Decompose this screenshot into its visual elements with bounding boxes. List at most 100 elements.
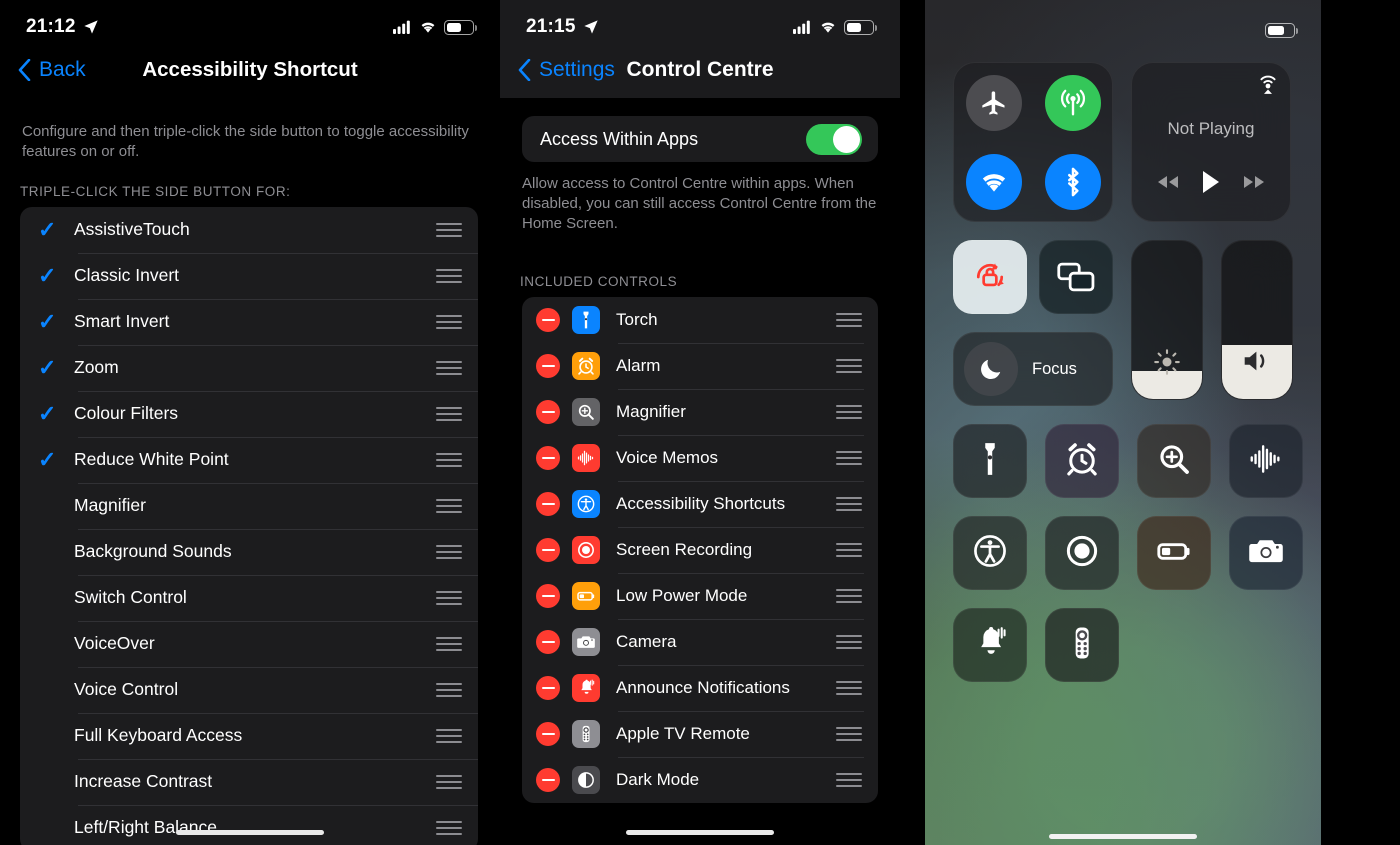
reorder-handle[interactable]: [836, 634, 862, 649]
reorder-handle[interactable]: [436, 406, 462, 421]
reorder-handle[interactable]: [836, 358, 862, 373]
included-control-row[interactable]: Torch: [522, 297, 878, 343]
remove-control-button[interactable]: [536, 629, 560, 654]
back-button[interactable]: Settings: [518, 58, 615, 82]
shortcut-row[interactable]: ✓ Zoom: [20, 344, 478, 391]
included-control-row[interactable]: Magnifier: [522, 388, 878, 435]
reorder-handle[interactable]: [836, 450, 862, 465]
home-indicator[interactable]: [176, 830, 324, 835]
magnifier-icon: [1155, 440, 1193, 483]
included-control-row[interactable]: Apple TV Remote: [522, 710, 878, 757]
shortcut-row[interactable]: ✓ Colour Filters: [20, 390, 478, 437]
included-control-row[interactable]: Alarm: [522, 342, 878, 389]
reorder-handle[interactable]: [436, 590, 462, 605]
airplane-mode-button[interactable]: [965, 74, 1022, 131]
reorder-handle[interactable]: [436, 314, 462, 329]
clock-time: 21:12: [26, 16, 76, 37]
reorder-handle[interactable]: [436, 452, 462, 467]
remove-control-button[interactable]: [536, 491, 560, 516]
remove-control-button[interactable]: [536, 399, 560, 424]
cc-tile-voice-memos[interactable]: [1229, 424, 1303, 498]
remove-control-button[interactable]: [536, 353, 560, 378]
access-within-apps-row: Access Within Apps: [522, 116, 878, 162]
included-control-row[interactable]: Announce Notifications: [522, 664, 878, 711]
included-control-row[interactable]: Voice Memos: [522, 434, 878, 481]
shortcut-row[interactable]: Voice Control: [20, 666, 478, 713]
focus-button[interactable]: Focus: [953, 332, 1113, 406]
included-control-row[interactable]: Low Power Mode: [522, 572, 878, 619]
included-control-label: Announce Notifications: [616, 677, 790, 697]
shortcut-row[interactable]: ✓ Reduce White Point: [20, 436, 478, 483]
reorder-handle[interactable]: [436, 728, 462, 743]
control-centre-grid: Not Playing Focus: [925, 46, 1321, 682]
cellular-data-button[interactable]: [1044, 74, 1101, 131]
access-within-apps-toggle[interactable]: [806, 123, 862, 155]
remove-control-button[interactable]: [536, 537, 560, 562]
reorder-handle[interactable]: [436, 636, 462, 651]
remove-control-button[interactable]: [536, 307, 560, 332]
remove-control-button[interactable]: [536, 583, 560, 608]
reorder-handle[interactable]: [836, 312, 862, 327]
shortcut-row[interactable]: Background Sounds: [20, 528, 478, 575]
reorder-handle[interactable]: [836, 588, 862, 603]
wifi-button[interactable]: [965, 153, 1022, 210]
included-control-row[interactable]: Accessibility Shortcuts: [522, 480, 878, 527]
cc-tile-torch[interactable]: [953, 424, 1027, 498]
reorder-handle[interactable]: [836, 404, 862, 419]
home-indicator[interactable]: [1049, 834, 1197, 839]
bluetooth-icon: [1067, 167, 1079, 196]
home-indicator[interactable]: [626, 830, 774, 835]
cc-tile-alarm-clock[interactable]: [1045, 424, 1119, 498]
reorder-handle[interactable]: [436, 774, 462, 789]
brightness-slider[interactable]: [1131, 240, 1203, 400]
reorder-handle[interactable]: [436, 268, 462, 283]
shortcut-row[interactable]: ✓ Classic Invert: [20, 252, 478, 299]
reorder-handle[interactable]: [836, 542, 862, 557]
reorder-handle[interactable]: [436, 544, 462, 559]
shortcut-row[interactable]: Left/Right Balance: [20, 804, 478, 845]
screen-mirroring-button[interactable]: [1039, 240, 1113, 314]
cc-tile-low-power-battery[interactable]: [1137, 516, 1211, 590]
remove-control-button[interactable]: [536, 445, 560, 470]
cc-tile-magnifier[interactable]: [1137, 424, 1211, 498]
rewind-icon[interactable]: [1155, 173, 1181, 191]
shortcut-row[interactable]: VoiceOver: [20, 620, 478, 667]
reorder-handle[interactable]: [436, 820, 462, 835]
fast-forward-icon[interactable]: [1241, 173, 1267, 191]
included-control-row[interactable]: Dark Mode: [522, 756, 878, 803]
reorder-handle[interactable]: [836, 496, 862, 511]
airplay-audio-icon[interactable]: [1256, 71, 1280, 95]
reorder-handle[interactable]: [436, 222, 462, 237]
cc-tile-announce-notifications[interactable]: [953, 608, 1027, 682]
included-control-row[interactable]: Screen Recording: [522, 526, 878, 573]
remove-control-button[interactable]: [536, 721, 560, 746]
shortcut-row[interactable]: Magnifier: [20, 482, 478, 529]
reorder-handle[interactable]: [436, 498, 462, 513]
bluetooth-button[interactable]: [1044, 153, 1101, 210]
remove-control-button[interactable]: [536, 675, 560, 700]
reorder-handle[interactable]: [836, 680, 862, 695]
cc-tile-screen-record[interactable]: [1045, 516, 1119, 590]
apple-tv-remote-icon: [572, 719, 600, 748]
shortcut-row[interactable]: Increase Contrast: [20, 758, 478, 805]
reorder-handle[interactable]: [836, 772, 862, 787]
shortcut-row[interactable]: ✓ Smart Invert: [20, 298, 478, 345]
play-icon[interactable]: [1200, 169, 1222, 195]
cc-tile-apple-tv-remote[interactable]: [1045, 608, 1119, 682]
cc-tile-accessibility[interactable]: [953, 516, 1027, 590]
reorder-handle[interactable]: [436, 360, 462, 375]
shortcut-row[interactable]: Full Keyboard Access: [20, 712, 478, 759]
included-control-row[interactable]: Camera: [522, 618, 878, 665]
shortcut-row[interactable]: Switch Control: [20, 574, 478, 621]
now-playing-module[interactable]: Not Playing: [1131, 62, 1291, 222]
volume-slider[interactable]: [1221, 240, 1293, 400]
remove-control-button[interactable]: [536, 767, 560, 792]
reorder-handle[interactable]: [836, 726, 862, 741]
back-button[interactable]: Back: [18, 58, 86, 82]
reorder-handle[interactable]: [436, 682, 462, 697]
shortcut-row[interactable]: ✓ AssistiveTouch: [20, 207, 478, 253]
cc-tile-camera[interactable]: [1229, 516, 1303, 590]
rotation-lock-button[interactable]: [953, 240, 1027, 314]
shortcut-label: Increase Contrast: [74, 771, 213, 792]
cellular-bars-icon: [393, 20, 412, 34]
